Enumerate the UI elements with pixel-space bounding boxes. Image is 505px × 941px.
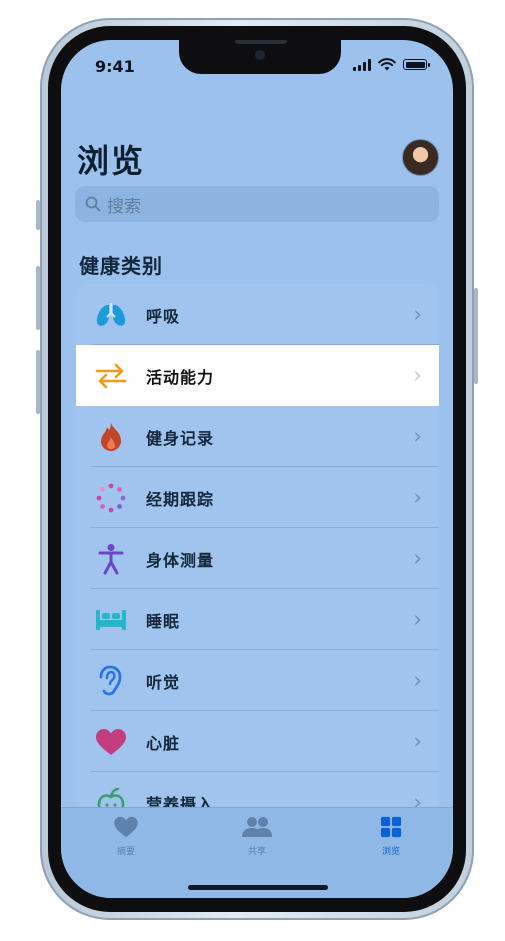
category-row-respiratory[interactable]: 呼吸 ›	[76, 284, 439, 345]
power-button	[474, 288, 478, 384]
chevron-right-icon: ›	[413, 668, 422, 693]
status-time: 9:41	[95, 57, 135, 76]
tab-label: 浏览	[381, 847, 400, 857]
heart-icon	[114, 816, 138, 838]
category-label: 听觉	[146, 672, 181, 692]
front-camera	[255, 50, 265, 60]
chevron-right-icon: ›	[413, 363, 422, 388]
category-row-mobility[interactable]: 活动能力 ›	[76, 345, 439, 406]
chevron-right-icon: ›	[413, 424, 422, 449]
chevron-right-icon: ›	[413, 302, 422, 327]
people-icon	[242, 817, 272, 837]
search-icon	[85, 196, 101, 212]
search-field[interactable]: 搜索	[75, 186, 439, 222]
bed-icon	[96, 609, 126, 630]
home-indicator	[188, 885, 328, 890]
category-label: 经期跟踪	[146, 489, 215, 509]
category-row-body-measurements[interactable]: 身体测量 ›	[76, 528, 439, 589]
category-label: 睡眠	[146, 611, 181, 631]
category-label: 健身记录	[146, 428, 215, 448]
tab-bar: 摘要 共享 浏览	[61, 807, 453, 898]
arrows-icon	[95, 363, 127, 388]
cycle-dots-icon	[96, 483, 126, 512]
chevron-right-icon: ›	[413, 546, 422, 571]
mute-switch	[36, 200, 40, 230]
category-list: 呼吸 › 活动能力 › 健身记录 › 经期跟踪 › 身体测量 › 睡眠 › 听觉…	[76, 284, 439, 833]
volume-up-button	[36, 266, 40, 330]
category-row-cycle-tracking[interactable]: 经期跟踪 ›	[76, 467, 439, 528]
notch	[179, 40, 341, 74]
search-placeholder: 搜索	[107, 196, 141, 217]
category-label: 心脏	[146, 733, 181, 753]
status-icons	[353, 58, 430, 71]
heart-icon	[96, 728, 126, 755]
lungs-icon	[96, 302, 126, 326]
grid-icon	[380, 816, 402, 838]
tab-sharing[interactable]: 共享	[227, 816, 287, 857]
category-label: 呼吸	[146, 306, 181, 326]
category-label: 活动能力	[146, 367, 215, 387]
volume-down-button	[36, 350, 40, 414]
category-label: 身体测量	[146, 550, 215, 570]
tab-label: 摘要	[116, 847, 135, 857]
chevron-right-icon: ›	[413, 607, 422, 632]
category-row-hearing[interactable]: 听觉 ›	[76, 650, 439, 711]
category-row-sleep[interactable]: 睡眠 ›	[76, 589, 439, 650]
page-title: 浏览	[77, 142, 146, 180]
chevron-right-icon: ›	[413, 729, 422, 754]
ear-icon	[99, 665, 122, 695]
avatar[interactable]	[402, 139, 439, 176]
battery-icon	[403, 59, 430, 70]
person-icon	[98, 543, 124, 574]
wifi-icon	[378, 58, 396, 71]
section-title: 健康类别	[79, 254, 163, 278]
category-row-activity[interactable]: 健身记录 ›	[76, 406, 439, 467]
cellular-signal-icon	[353, 58, 371, 71]
tab-summary[interactable]: 摘要	[96, 816, 156, 857]
category-row-heart[interactable]: 心脏 ›	[76, 711, 439, 772]
chevron-right-icon: ›	[413, 485, 422, 510]
flame-icon	[101, 422, 121, 451]
tab-label: 共享	[247, 847, 266, 857]
screen: 9:41 浏览 搜索 健康类别 呼吸 › 活动能力 › 健身记录 › 经期跟踪 …	[61, 40, 453, 898]
speaker	[235, 40, 287, 44]
tab-browse[interactable]: 浏览	[361, 816, 421, 857]
